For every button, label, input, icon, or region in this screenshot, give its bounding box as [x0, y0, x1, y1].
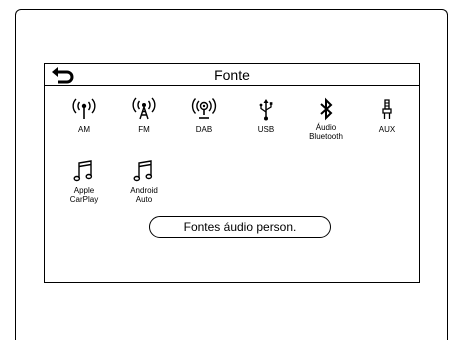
- digital-radio-icon: [181, 97, 227, 123]
- source-label: AUX: [378, 125, 396, 134]
- source-label: AM: [78, 125, 90, 134]
- radio-antenna-icon: [61, 97, 107, 123]
- source-fm[interactable]: FM: [121, 97, 167, 134]
- source-am[interactable]: AM: [61, 97, 107, 134]
- bluetooth-icon: [303, 97, 349, 123]
- aux-jack-icon: [364, 97, 410, 123]
- music-note-icon: [121, 158, 167, 184]
- source-usb[interactable]: USB: [243, 97, 289, 134]
- tower-antenna-icon: [121, 97, 167, 123]
- source-label: Android Auto: [130, 186, 158, 204]
- source-label: USB: [257, 125, 275, 134]
- source-bluetooth[interactable]: Áudio Bluetooth: [303, 97, 349, 141]
- source-label: FM: [138, 125, 150, 134]
- audio-source-screen: Fonte AM FM DAB USB Áudio Bluetooth AUX …: [44, 63, 420, 283]
- page-title: Fonte: [214, 67, 250, 83]
- source-label: Apple CarPlay: [69, 186, 99, 204]
- source-label: Áudio Bluetooth: [309, 123, 343, 141]
- source-label: DAB: [195, 125, 213, 134]
- custom-audio-sources-button[interactable]: Fontes áudio person.: [149, 216, 331, 238]
- source-apple-carplay[interactable]: Apple CarPlay: [61, 158, 107, 204]
- source-dab[interactable]: DAB: [181, 97, 227, 134]
- source-android-auto[interactable]: Android Auto: [121, 158, 167, 204]
- music-note-icon: [61, 158, 107, 184]
- usb-icon: [243, 97, 289, 123]
- source-aux[interactable]: AUX: [364, 97, 410, 134]
- header-bar: Fonte: [45, 64, 419, 86]
